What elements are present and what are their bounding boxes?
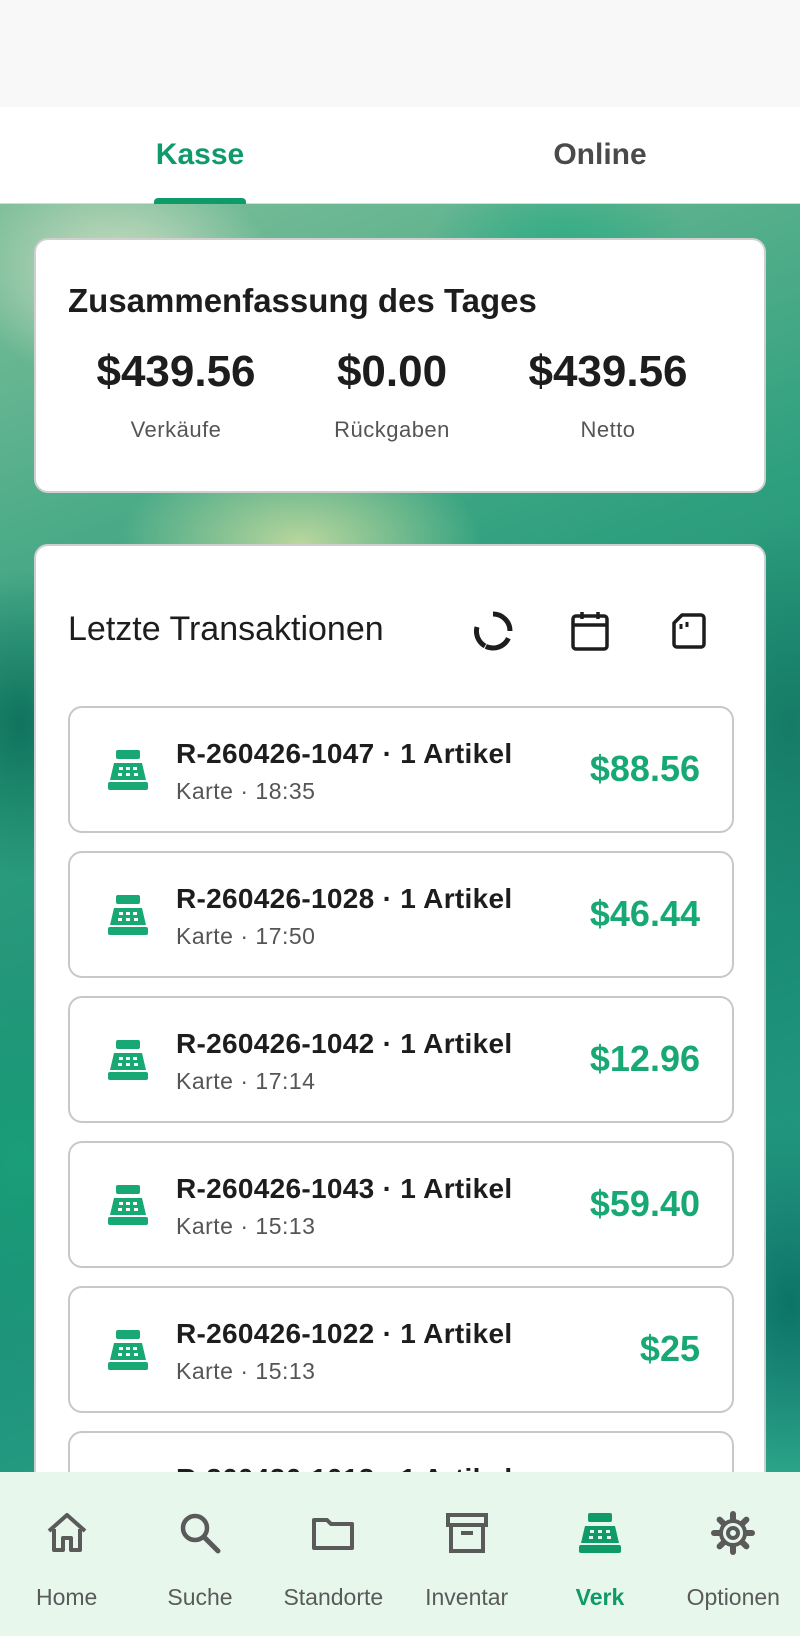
export-button[interactable] — [664, 606, 714, 656]
summary-title: Zusammenfassung des Tages — [68, 282, 537, 319]
search-icon — [180, 1513, 221, 1554]
stat-net-value: $439.56 — [528, 347, 688, 396]
folder-icon — [312, 1518, 355, 1550]
transactions-list: R-260426-1047 · 1 Artikel Karte · 18:35 … — [68, 706, 734, 1472]
transactions-title: Letzte Transaktionen — [68, 610, 384, 648]
refresh-button[interactable] — [468, 606, 518, 656]
refresh-icon — [473, 611, 513, 651]
transaction-meta: Karte · 17:14 — [176, 1068, 316, 1094]
transaction-row[interactable]: R-260426-1042 · 1 Artikel Karte · 17:14 … — [68, 996, 734, 1123]
stat-returns-label: Rückgaben — [334, 417, 450, 442]
transaction-id: R-260426-1022 · 1 Artikel — [176, 1318, 513, 1349]
status-bar — [0, 0, 800, 107]
bottom-navigation: Home Suche Standorte Inventar Verk Optio… — [0, 1472, 800, 1636]
transaction-id: R-260426-1047 · 1 Artikel — [176, 738, 513, 769]
nav-label-home: Home — [35, 1584, 98, 1610]
transaction-meta: Karte · 15:13 — [176, 1213, 316, 1239]
transaction-row[interactable]: R-260426-1047 · 1 Artikel Karte · 18:35 … — [68, 706, 734, 833]
transaction-row[interactable]: R-260426-1043 · 1 Artikel Karte · 15:13 … — [68, 1141, 734, 1268]
tab-online-label: Online — [553, 138, 647, 171]
cash-register-icon — [578, 1513, 621, 1553]
nav-item-optionen[interactable]: Optionen — [667, 1472, 800, 1636]
transaction-amount: $12.96 — [589, 1038, 700, 1079]
stat-returns-value: $0.00 — [336, 347, 448, 396]
transaction-row[interactable]: R-260426-1022 · 1 Artikel Karte · 15:13 … — [68, 1286, 734, 1413]
transaction-amount: $25 — [639, 1328, 700, 1369]
main-content[interactable]: Zusammenfassung des Tages $439.56 Verkäu… — [0, 204, 800, 1472]
stat-net: $439.56 Netto — [500, 345, 716, 443]
transaction-id: R-260426-1043 · 1 Artikel — [176, 1173, 513, 1204]
cash-register-icon — [108, 1185, 148, 1225]
transaction-meta: Karte · 17:50 — [176, 923, 316, 949]
transaction-amount: $46.44 — [589, 893, 700, 934]
stat-sales-value: $439.56 — [96, 347, 256, 396]
transaction-meta: Karte · 15:13 — [176, 1358, 316, 1384]
transaction-id: R-260426-1042 · 1 Artikel — [176, 1028, 513, 1059]
stat-net-label: Netto — [580, 417, 636, 442]
transaction-meta: Karte · 18:35 — [176, 778, 316, 804]
transaction-amount: $88.56 — [589, 748, 700, 789]
home-icon — [47, 1513, 86, 1552]
transaction-id: R-260426-1028 · 1 Artikel — [176, 883, 513, 914]
calendar-icon — [571, 612, 609, 651]
summary-stats: $439.56 Verkäufe $0.00 Rückgaben $439.56… — [68, 345, 736, 443]
nav-item-verk[interactable]: Verk — [533, 1472, 666, 1636]
cash-register-icon — [108, 895, 148, 935]
cash-register-icon — [108, 1040, 148, 1080]
nav-label-verk: Verk — [575, 1584, 625, 1610]
calendar-button[interactable] — [565, 606, 615, 656]
tab-online[interactable]: Online — [400, 107, 800, 203]
daily-summary-card: Zusammenfassung des Tages $439.56 Verkäu… — [34, 238, 766, 493]
cash-register-icon — [108, 750, 148, 790]
recent-transactions-card: Letzte Transaktionen R-260426-1047 · 1 A… — [34, 544, 766, 1472]
tab-kasse-label: Kasse — [155, 138, 245, 171]
nav-label-standorte: Standorte — [283, 1584, 384, 1610]
stat-sales-label: Verkäufe — [130, 417, 222, 442]
nav-label-inventar: Inventar — [425, 1584, 509, 1610]
transaction-amount: $59.40 — [589, 1183, 700, 1224]
tab-bar: Kasse Online — [0, 107, 800, 204]
nav-item-home[interactable]: Home — [0, 1472, 133, 1636]
stat-sales: $439.56 Verkäufe — [68, 345, 284, 443]
nav-label-suche: Suche — [167, 1584, 233, 1610]
transaction-row[interactable]: R-260426-1028 · 1 Artikel Karte · 17:50 … — [68, 851, 734, 978]
export-icon — [672, 613, 706, 649]
transaction-row[interactable]: R-260426-1012 · 1 Artikel — [68, 1431, 734, 1472]
nav-item-inventar[interactable]: Inventar — [400, 1472, 533, 1636]
archive-icon — [445, 1513, 488, 1553]
tab-kasse[interactable]: Kasse — [0, 107, 400, 204]
nav-label-optionen: Optionen — [686, 1584, 780, 1610]
nav-item-suche[interactable]: Suche — [133, 1472, 266, 1636]
nav-item-standorte[interactable]: Standorte — [267, 1472, 400, 1636]
gear-icon — [711, 1511, 756, 1555]
stat-returns: $0.00 Rückgaben — [284, 345, 500, 443]
cash-register-icon — [108, 1330, 148, 1370]
transaction-id: R-260426-1012 · 1 Artikel — [176, 1463, 512, 1472]
